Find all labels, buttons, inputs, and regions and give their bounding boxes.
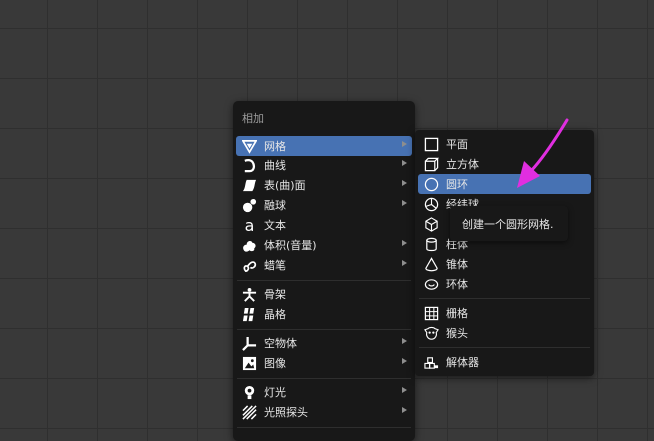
empty-icon	[241, 335, 257, 351]
image-icon	[241, 355, 257, 371]
submenu-arrow-icon	[402, 240, 407, 246]
menu-divider	[237, 329, 411, 330]
submenu-arrow-icon	[402, 160, 407, 166]
menu-item-grease-pencil-label: 蜡笔	[264, 259, 286, 272]
cone-icon	[423, 256, 439, 272]
menu-item-image-label: 图像	[264, 357, 286, 370]
menu-item-grease-pencil[interactable]: 蜡笔	[236, 255, 412, 275]
menu-item-metaball[interactable]: 融球	[236, 195, 412, 215]
menu-item-light-label: 灯光	[264, 386, 286, 399]
volume-icon	[241, 237, 257, 253]
menu-item-monkey-label: 猴头	[446, 327, 468, 340]
submenu-arrow-icon	[402, 180, 407, 186]
tooltip-text: 创建一个圆形网格.	[462, 217, 554, 231]
menu-divider	[237, 378, 411, 379]
menu-divider	[419, 347, 590, 348]
submenu-arrow-icon	[402, 407, 407, 413]
submenu-arrow-icon	[402, 338, 407, 344]
submenu-arrow-icon	[402, 141, 407, 147]
light-probe-icon	[241, 404, 257, 420]
grease-pencil-icon	[241, 257, 257, 273]
menu-item-mesh[interactable]: 网格	[236, 136, 412, 156]
menu-item-lattice[interactable]: 晶格	[236, 304, 412, 324]
menu-item-volume-label: 体积(音量)	[264, 239, 317, 252]
menu-item-volume[interactable]: 体积(音量)	[236, 235, 412, 255]
menu-item-text-label: 文本	[264, 219, 286, 232]
menu-item-mesh-label: 网格	[264, 140, 286, 153]
add-menu-title: 相加	[242, 112, 264, 125]
torus-icon	[423, 276, 439, 292]
menu-item-grid-label: 栅格	[446, 307, 468, 320]
menu-item-curve-label: 曲线	[264, 159, 286, 172]
submenu-arrow-icon	[402, 358, 407, 364]
plane-icon	[423, 136, 439, 152]
menu-item-torus[interactable]: 环体	[418, 274, 591, 294]
menu-item-monkey[interactable]: 猴头	[418, 323, 591, 343]
menu-item-light-probe-label: 光照探头	[264, 406, 308, 419]
ico-sphere-icon	[423, 216, 439, 232]
svg-text:a: a	[244, 218, 254, 233]
submenu-arrow-icon	[402, 387, 407, 393]
menu-item-dissolver[interactable]: 解体器	[418, 352, 591, 372]
menu-item-empty[interactable]: 空物体	[236, 333, 412, 353]
menu-item-armature-label: 骨架	[264, 288, 286, 301]
circle-icon	[423, 176, 439, 192]
menu-item-text[interactable]: a 文本	[236, 215, 412, 235]
tooltip: 创建一个圆形网格.	[450, 206, 568, 241]
cube-icon	[423, 156, 439, 172]
menu-item-cone-label: 锥体	[446, 258, 468, 271]
menu-item-image[interactable]: 图像	[236, 353, 412, 373]
menu-item-grid[interactable]: 栅格	[418, 303, 591, 323]
curve-icon	[241, 157, 257, 173]
menu-item-cube-label: 立方体	[446, 158, 479, 171]
menu-item-plane-label: 平面	[446, 138, 468, 151]
menu-item-circle-label: 圆环	[446, 178, 468, 191]
grid-icon	[423, 305, 439, 321]
submenu-arrow-icon	[402, 200, 407, 206]
menu-divider	[237, 280, 411, 281]
menu-item-light-probe[interactable]: 光照探头	[236, 402, 412, 422]
annotation-arrow-icon	[517, 118, 569, 188]
mesh-icon	[241, 138, 257, 154]
text-icon: a	[241, 217, 257, 233]
monkey-icon	[423, 325, 439, 341]
menu-item-surface[interactable]: 表(曲)面	[236, 175, 412, 195]
menu-item-cone[interactable]: 锥体	[418, 254, 591, 274]
menu-item-light[interactable]: 灯光	[236, 382, 412, 402]
menu-item-torus-label: 环体	[446, 278, 468, 291]
dissolver-icon	[423, 354, 439, 370]
menu-item-lattice-label: 晶格	[264, 308, 286, 321]
menu-item-armature[interactable]: 骨架	[236, 284, 412, 304]
menu-item-curve[interactable]: 曲线	[236, 155, 412, 175]
uv-sphere-icon	[423, 196, 439, 212]
add-menu: 相加 网格 曲线 表(曲)面 融球 a 文本 体积(音量) 蜡笔 骨架 晶格 空…	[233, 101, 415, 441]
menu-divider	[237, 427, 411, 428]
menu-item-surface-label: 表(曲)面	[264, 179, 306, 192]
armature-icon	[241, 286, 257, 302]
light-icon	[241, 384, 257, 400]
metaball-icon	[241, 197, 257, 213]
cylinder-icon	[423, 236, 439, 252]
menu-item-empty-label: 空物体	[264, 337, 297, 350]
submenu-arrow-icon	[402, 260, 407, 266]
menu-divider	[419, 298, 590, 299]
menu-item-dissolver-label: 解体器	[446, 356, 479, 369]
lattice-icon	[241, 306, 257, 322]
menu-item-metaball-label: 融球	[264, 199, 286, 212]
surface-icon	[241, 177, 257, 193]
